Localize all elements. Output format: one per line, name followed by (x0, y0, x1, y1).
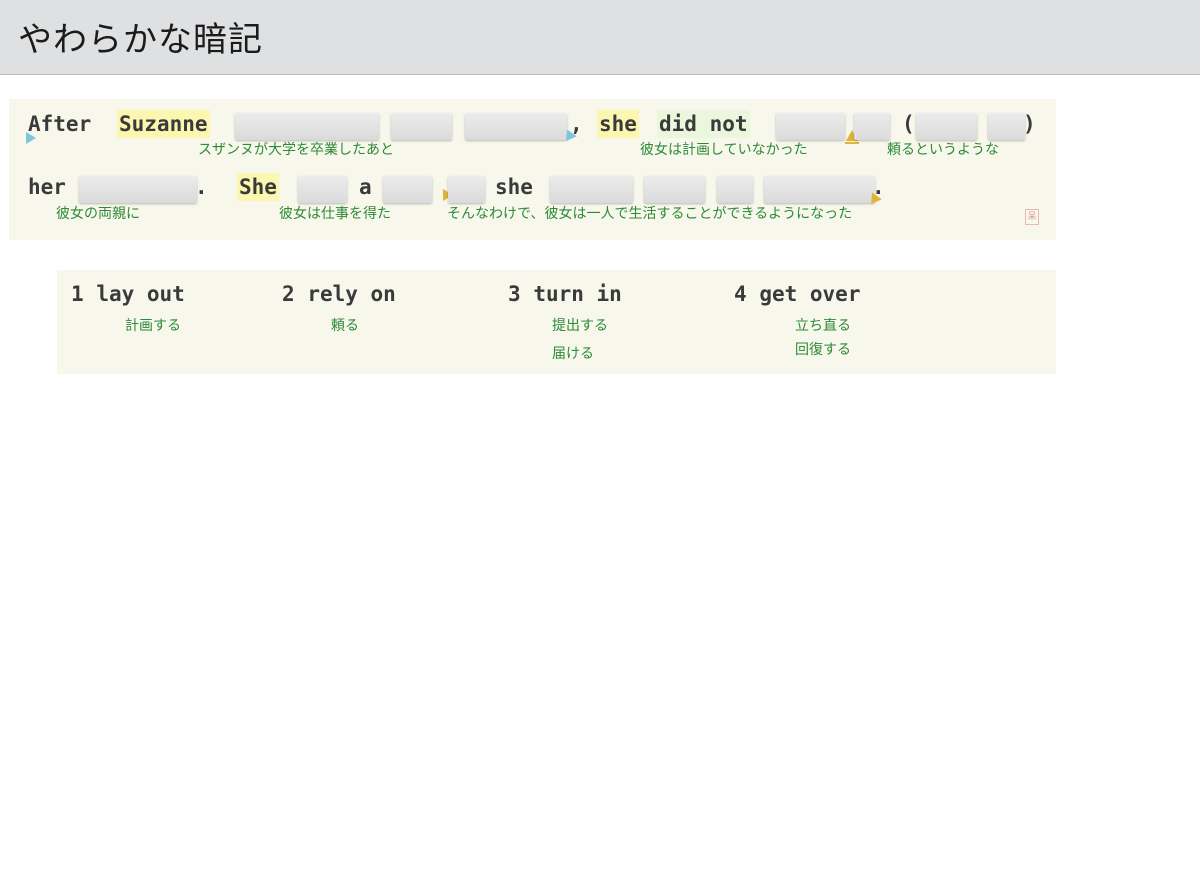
word-she: she (597, 110, 639, 138)
choice-1-meaning-1: 計画する (125, 318, 181, 334)
choice-3-meaning-2: 届ける (552, 346, 594, 362)
gloss-6: そんなわけで、彼女は一人で生活することができるようになった (447, 206, 853, 222)
seal-stamp-icon: 呆 (1025, 209, 1039, 225)
word-she-2: she (495, 175, 533, 199)
paren-open: ( (902, 112, 915, 136)
title-bar: やわらかな暗記 (0, 0, 1200, 75)
gloss-4: 彼女の両親に (56, 206, 140, 222)
blank-15[interactable] (764, 176, 875, 203)
blank-13[interactable] (644, 176, 705, 203)
gloss-3: 頼るというような (887, 142, 999, 158)
choice-4-label: 4 get over (734, 282, 861, 306)
blank-2[interactable] (391, 113, 452, 140)
blank-12[interactable] (550, 176, 633, 203)
choice-2[interactable]: 2 rely on 頼る (282, 282, 396, 334)
blank-10[interactable] (383, 176, 432, 203)
choice-4-meaning-2: 回復する (795, 342, 851, 358)
blank-5[interactable] (854, 113, 890, 140)
choice-1-label: 1 lay out (71, 282, 185, 306)
blank-1[interactable] (235, 113, 379, 140)
gloss-1: スザンヌが大学を卒業したあと (198, 142, 394, 158)
paren-close: ) (1023, 112, 1036, 136)
choice-4-meaning-1: 立ち直る (795, 318, 851, 334)
word-her: her (28, 175, 66, 199)
blank-6[interactable] (916, 113, 977, 140)
word-after: After (28, 112, 92, 136)
choice-3[interactable]: 3 turn in 提出する 届ける (508, 282, 622, 362)
sentence-panel: After Suzanne , she did not ( ) スザンヌが大学を… (9, 99, 1056, 240)
blank-8[interactable] (79, 176, 197, 203)
choice-2-label: 2 rely on (282, 282, 396, 306)
choice-2-meaning-1: 頼る (331, 318, 359, 334)
blank-7[interactable] (988, 113, 1025, 140)
blank-11[interactable] (448, 176, 485, 203)
blank-4[interactable] (776, 113, 845, 140)
choice-3-label: 3 turn in (508, 282, 622, 306)
comma: , (570, 112, 583, 136)
word-suzanne: Suzanne (117, 110, 210, 138)
marker-arrow-icon (26, 132, 36, 144)
gloss-5: 彼女は仕事を得た (279, 206, 391, 222)
choice-panel: 1 lay out 計画する 2 rely on 頼る 3 turn in 提出… (57, 270, 1056, 374)
period-1: . (195, 175, 208, 199)
marker-underline (845, 142, 859, 144)
word-a: a (359, 175, 372, 199)
app-title: やわらかな暗記 (18, 20, 263, 60)
word-did-not: did not (657, 110, 750, 138)
choice-3-meaning-1: 提出する (552, 318, 608, 334)
choice-1[interactable]: 1 lay out 計画する (71, 282, 185, 334)
choice-4[interactable]: 4 get over 立ち直る 回復する (734, 282, 861, 358)
blank-14[interactable] (717, 176, 753, 203)
blank-3[interactable] (465, 113, 567, 140)
gloss-2: 彼女は計画していなかった (640, 142, 808, 158)
word-She: She (237, 173, 279, 201)
period-2: . (872, 175, 885, 199)
blank-9[interactable] (298, 176, 347, 203)
